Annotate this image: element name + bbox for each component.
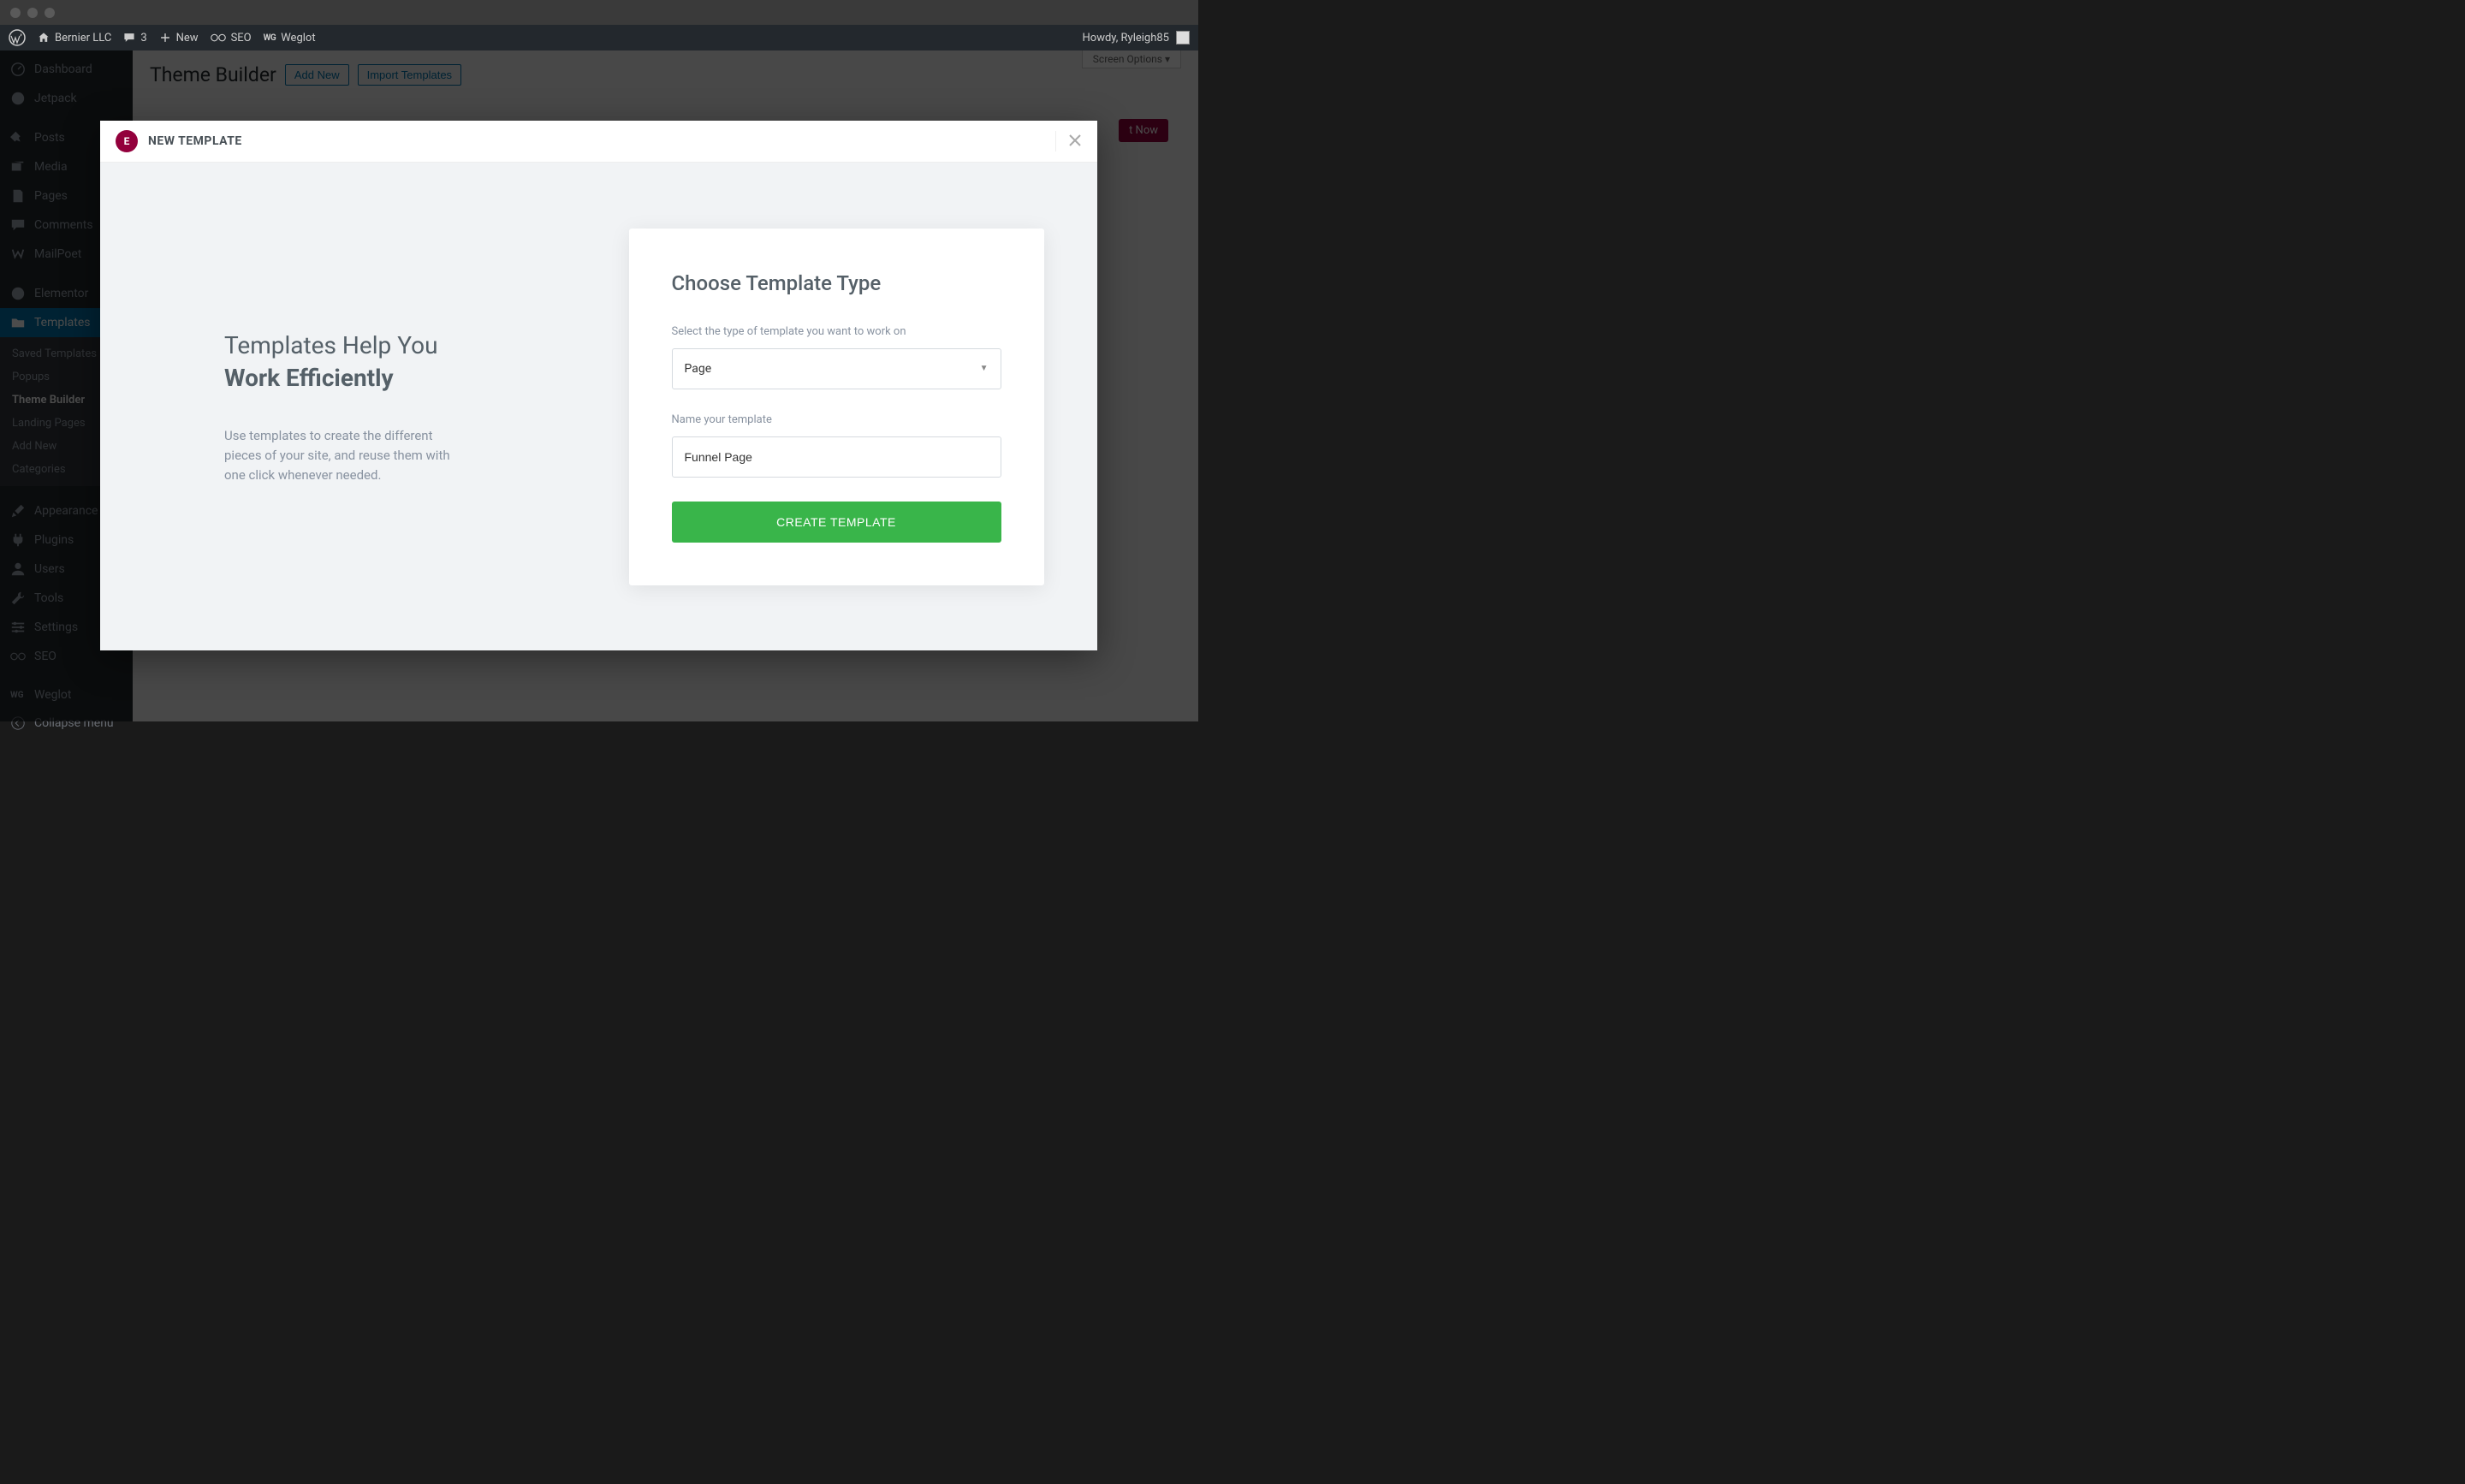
create-template-button[interactable]: CREATE TEMPLATE bbox=[672, 502, 1001, 543]
window-titlebar bbox=[0, 0, 1198, 25]
form-title: Choose Template Type bbox=[672, 271, 1001, 295]
name-label: Name your template bbox=[672, 413, 1001, 426]
weglot-icon: WG bbox=[264, 33, 276, 43]
template-form: Choose Template Type Select the type of … bbox=[629, 229, 1044, 585]
template-name-input[interactable] bbox=[672, 436, 1001, 478]
seo-label: SEO bbox=[231, 32, 252, 45]
modal-title: NEW TEMPLATE bbox=[148, 134, 242, 148]
wp-logo-menu[interactable] bbox=[9, 29, 26, 46]
comments-count: 3 bbox=[140, 32, 146, 45]
minimize-window-icon[interactable] bbox=[27, 8, 38, 18]
comment-icon bbox=[123, 32, 135, 44]
weglot-link[interactable]: WG Weglot bbox=[264, 32, 316, 45]
new-content-link[interactable]: New bbox=[159, 32, 199, 45]
close-icon bbox=[1068, 134, 1082, 147]
site-name: Bernier LLC bbox=[55, 32, 111, 45]
new-label: New bbox=[176, 32, 199, 45]
modal-info-panel: Templates Help You Work Efficiently Use … bbox=[100, 163, 627, 650]
template-type-select[interactable]: Page ▼ bbox=[672, 348, 1001, 389]
howdy-text[interactable]: Howdy, Ryleigh85 bbox=[1083, 32, 1170, 45]
plus-icon bbox=[159, 32, 171, 44]
modal-subtext: Use templates to create the different pi… bbox=[224, 426, 472, 486]
seo-link[interactable]: SEO bbox=[211, 30, 252, 45]
window-controls bbox=[10, 8, 55, 18]
type-label: Select the type of template you want to … bbox=[672, 325, 1001, 338]
comments-link[interactable]: 3 bbox=[123, 32, 146, 45]
wordpress-icon bbox=[9, 29, 26, 46]
modal-headline-2: Work Efficiently bbox=[224, 364, 575, 392]
modal-headline-1: Templates Help You bbox=[224, 328, 575, 364]
home-icon bbox=[38, 32, 50, 44]
weglot-label: Weglot bbox=[281, 32, 315, 45]
avatar[interactable] bbox=[1176, 31, 1190, 45]
modal-header: E NEW TEMPLATE bbox=[100, 121, 1097, 163]
close-window-icon[interactable] bbox=[10, 8, 21, 18]
new-template-modal: E NEW TEMPLATE Templates Help You Work E… bbox=[100, 121, 1097, 650]
seo-icon bbox=[211, 30, 226, 45]
elementor-logo-icon: E bbox=[116, 130, 138, 152]
site-link[interactable]: Bernier LLC bbox=[38, 32, 111, 45]
chevron-down-icon: ▼ bbox=[980, 364, 989, 373]
admin-bar: Bernier LLC 3 New SEO WG Weglot Howdy, R… bbox=[0, 25, 1198, 50]
maximize-window-icon[interactable] bbox=[45, 8, 55, 18]
close-modal-button[interactable] bbox=[1055, 131, 1082, 151]
select-value: Page bbox=[685, 362, 712, 376]
